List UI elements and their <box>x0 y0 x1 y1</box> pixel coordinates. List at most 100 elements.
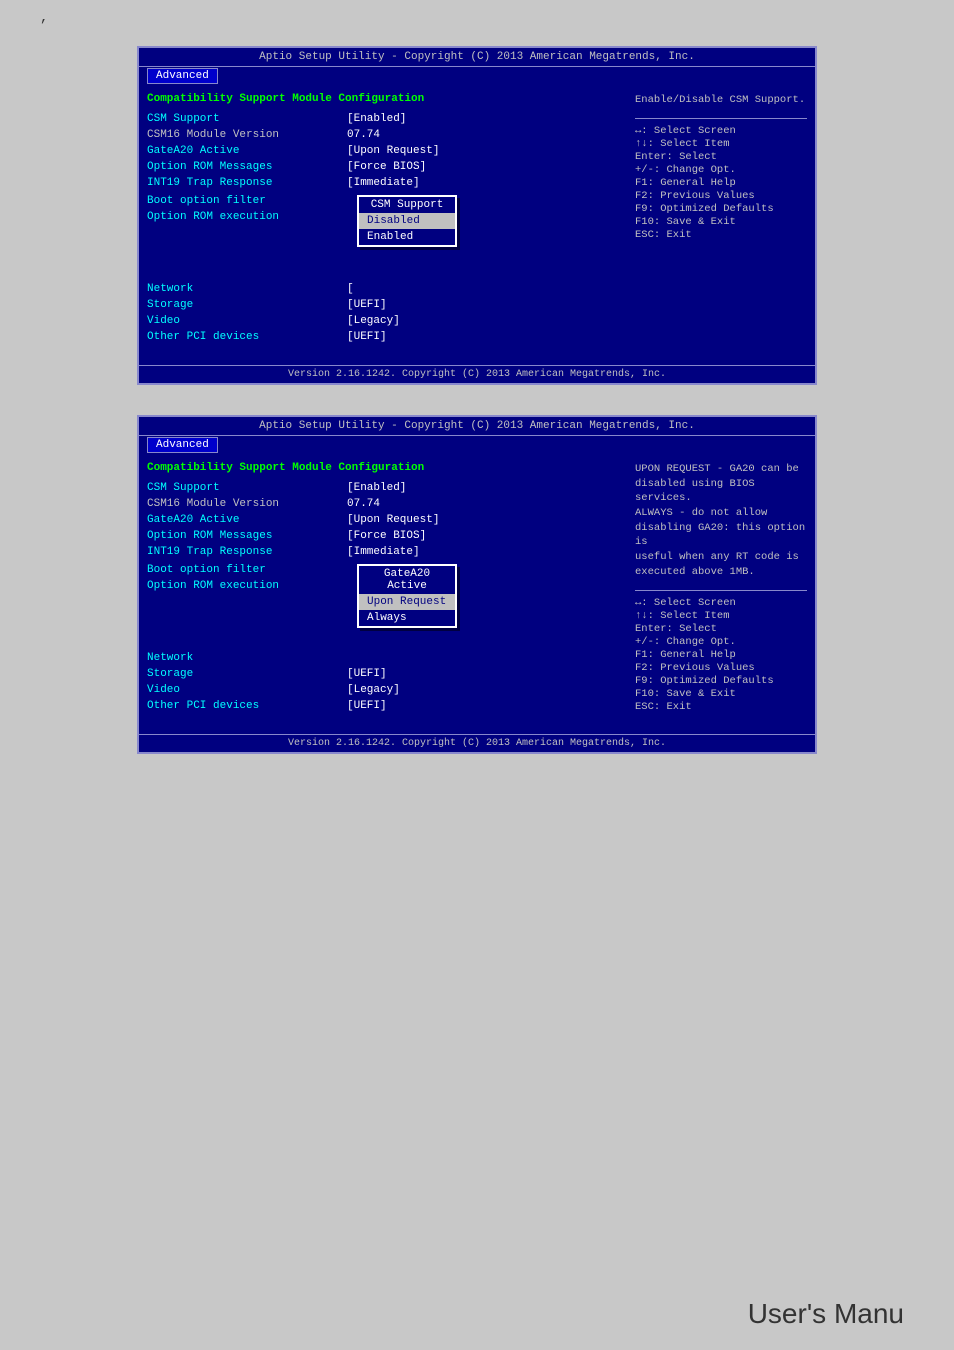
video-row-1[interactable]: Video [Legacy] <box>147 315 619 327</box>
option-rom-value-1: [Force BIOS] <box>347 161 426 173</box>
network-label-1: Network <box>147 283 347 295</box>
popup-box-2[interactable]: GateA20 Active Upon Request Always <box>357 564 457 628</box>
video-value-2: [Legacy] <box>347 684 400 696</box>
video-label-2: Video <box>147 684 347 696</box>
other-pci-label-2: Other PCI devices <box>147 700 347 712</box>
popup-item-disabled-1[interactable]: Disabled <box>359 213 455 229</box>
int19-row-2[interactable]: INT19 Trap Response [Immediate] <box>147 546 619 558</box>
bios-body-2: Compatibility Support Module Configurati… <box>139 454 815 734</box>
help-text-right-1: Enable/Disable CSM Support. <box>635 93 807 108</box>
help-keys-section-2: ↔: Select Screen ↑↓: Select Item Enter: … <box>635 590 807 713</box>
network-row-2[interactable]: Network <box>147 652 619 664</box>
help-key-2-2: Enter: Select <box>635 623 807 635</box>
storage-value-1: [UEFI] <box>347 299 387 311</box>
gatea20-value-2: [Upon Request] <box>347 514 439 526</box>
bios-tab-advanced-1[interactable]: Advanced <box>147 68 218 84</box>
option-rom-value-2: [Force BIOS] <box>347 530 426 542</box>
storage-label-1: Storage <box>147 299 347 311</box>
section-title-1: Compatibility Support Module Configurati… <box>147 93 619 105</box>
int19-label-1: INT19 Trap Response <box>147 177 347 189</box>
csm-support-value-2: [Enabled] <box>347 482 406 494</box>
gatea20-row-2[interactable]: GateA20 Active [Upon Request] <box>147 514 619 526</box>
gate-group-2: GateA20 Active [Upon Request] Option ROM… <box>147 514 619 558</box>
network-value-1: [ <box>347 283 354 295</box>
option-rom-row-2[interactable]: Option ROM Messages [Force BIOS] <box>147 530 619 542</box>
network-label-2: Network <box>147 652 347 664</box>
bios-header-2: Aptio Setup Utility - Copyright (C) 2013… <box>139 417 815 436</box>
other-pci-row-2[interactable]: Other PCI devices [UEFI] <box>147 700 619 712</box>
boot-filter-label-2: Boot option filter <box>147 564 347 576</box>
option-rom-label-2: Option ROM Messages <box>147 530 347 542</box>
option-rom-row-1[interactable]: Option ROM Messages [Force BIOS] <box>147 161 619 173</box>
video-value-1: [Legacy] <box>347 315 400 327</box>
bios-left-2: Compatibility Support Module Configurati… <box>147 462 619 726</box>
network-row-1[interactable]: Network [ <box>147 283 619 295</box>
storage-value-2: [UEFI] <box>347 668 387 680</box>
csm-support-label-1: CSM Support <box>147 113 347 125</box>
help-key-1-2: Enter: Select <box>635 151 807 163</box>
csm-support-row-1[interactable]: CSM Support [Enabled] <box>147 113 619 125</box>
gate-group-1: GateA20 Active [Upon Request] Option ROM… <box>147 145 619 189</box>
help-key-2-7: F10: Save & Exit <box>635 688 807 700</box>
bios-screen-1: Aptio Setup Utility - Copyright (C) 2013… <box>137 46 817 385</box>
int19-value-1: [Immediate] <box>347 177 420 189</box>
help-key-1-1: ↑↓: Select Item <box>635 138 807 150</box>
bios-right-1: Enable/Disable CSM Support. ↔: Select Sc… <box>627 93 807 357</box>
other-pci-row-1[interactable]: Other PCI devices [UEFI] <box>147 331 619 343</box>
int19-label-2: INT19 Trap Response <box>147 546 347 558</box>
other-pci-value-2: [UEFI] <box>347 700 387 712</box>
boot-filter-label-1: Boot option filter <box>147 195 347 207</box>
bios-footer-1: Version 2.16.1242. Copyright (C) 2013 Am… <box>139 365 815 383</box>
popup-box-1[interactable]: CSM Support Disabled Enabled <box>357 195 457 247</box>
help-key-2-8: ESC: Exit <box>635 701 807 713</box>
gatea20-label-2: GateA20 Active <box>147 514 347 526</box>
comma-mark: , <box>40 10 48 26</box>
option-rom-label-1: Option ROM Messages <box>147 161 347 173</box>
help-key-2-1: ↑↓: Select Item <box>635 610 807 622</box>
page-container: , Aptio Setup Utility - Copyright (C) 20… <box>0 0 954 1350</box>
video-label-1: Video <box>147 315 347 327</box>
bios-tab-advanced-2[interactable]: Advanced <box>147 437 218 453</box>
csm16-row-2: CSM16 Module Version 07.74 <box>147 498 619 510</box>
storage-row-2[interactable]: Storage [UEFI] <box>147 668 619 680</box>
boot-filter-row-2[interactable]: Boot option filter GateA20 Active Upon R… <box>147 564 619 576</box>
boot-filter-row-1[interactable]: Boot option filter CSM Support Disabled … <box>147 195 619 207</box>
popup-title-2: GateA20 Active <box>359 566 455 594</box>
csm-support-row-2[interactable]: CSM Support [Enabled] <box>147 482 619 494</box>
int19-row-1[interactable]: INT19 Trap Response [Immediate] <box>147 177 619 189</box>
help-key-2-5: F2: Previous Values <box>635 662 807 674</box>
users-manu-label: User's Manu <box>748 1298 904 1330</box>
help-key-1-6: F9: Optimized Defaults <box>635 203 807 215</box>
popup-item-enabled-1[interactable]: Enabled <box>359 229 455 245</box>
popup-item-upon-2[interactable]: Upon Request <box>359 594 455 610</box>
csm16-value-2: 07.74 <box>347 498 380 510</box>
option-rom-exec-label-2: Option ROM execution <box>147 580 347 592</box>
csm-support-label-2: CSM Support <box>147 482 347 494</box>
help-key-1-7: F10: Save & Exit <box>635 216 807 228</box>
pci-group-2: Network Storage [UEFI] Video [Legacy] Ot… <box>147 652 619 712</box>
storage-label-2: Storage <box>147 668 347 680</box>
other-pci-label-1: Other PCI devices <box>147 331 347 343</box>
help-key-1-3: +/-: Change Opt. <box>635 164 807 176</box>
gatea20-value-1: [Upon Request] <box>347 145 439 157</box>
csm16-row-1: CSM16 Module Version 07.74 <box>147 129 619 141</box>
bios-tab-bar-2: Advanced <box>139 436 815 454</box>
popup-title-1: CSM Support <box>359 197 455 213</box>
gatea20-row-1[interactable]: GateA20 Active [Upon Request] <box>147 145 619 157</box>
help-key-1-4: F1: General Help <box>635 177 807 189</box>
other-pci-value-1: [UEFI] <box>347 331 387 343</box>
help-keys-section-1: ↔: Select Screen ↑↓: Select Item Enter: … <box>635 118 807 241</box>
pci-group-1: Network [ Storage [UEFI] Video [Legacy] … <box>147 283 619 343</box>
popup-item-always-2[interactable]: Always <box>359 610 455 626</box>
csm-support-value-1: [Enabled] <box>347 113 406 125</box>
int19-value-2: [Immediate] <box>347 546 420 558</box>
gatea20-label-1: GateA20 Active <box>147 145 347 157</box>
bios-right-2: UPON REQUEST - GA20 can be disabled usin… <box>627 462 807 726</box>
bios-tab-bar-1: Advanced <box>139 67 815 85</box>
csm16-value-1: 07.74 <box>347 129 380 141</box>
help-key-2-0: ↔: Select Screen <box>635 597 807 609</box>
storage-row-1[interactable]: Storage [UEFI] <box>147 299 619 311</box>
option-rom-exec-label-1: Option ROM execution <box>147 211 347 223</box>
video-row-2[interactable]: Video [Legacy] <box>147 684 619 696</box>
bios-footer-2: Version 2.16.1242. Copyright (C) 2013 Am… <box>139 734 815 752</box>
